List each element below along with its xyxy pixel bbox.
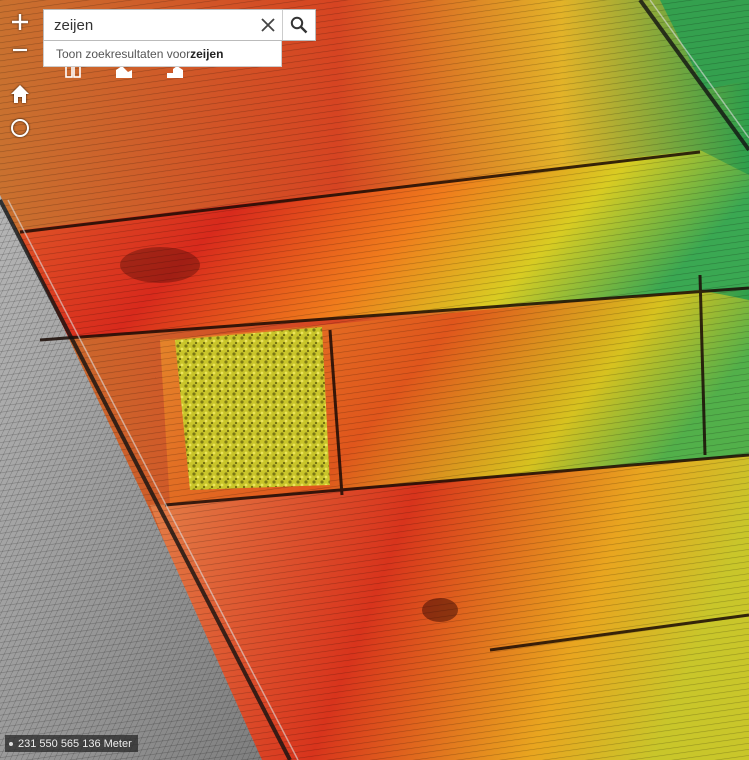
search-input[interactable] — [44, 10, 254, 40]
zoom-out-button[interactable] — [6, 36, 34, 64]
coordinate-readout: 231 550 565 136 Meter — [5, 735, 138, 752]
suggestion-term: zeijen — [190, 46, 224, 61]
circle-icon — [11, 119, 29, 137]
clear-search-button[interactable] — [254, 10, 282, 40]
search-button[interactable] — [282, 10, 315, 40]
close-icon — [261, 18, 275, 32]
home-icon — [11, 85, 29, 103]
locate-button[interactable] — [6, 114, 34, 142]
search-icon — [290, 16, 308, 34]
zoom-in-button[interactable] — [6, 8, 34, 36]
coordinate-text: 231 550 565 136 Meter — [18, 737, 132, 750]
search-suggestion[interactable]: Toon zoekresultaten voor zeijen — [43, 41, 282, 67]
home-button[interactable] — [6, 80, 34, 108]
elevation-map[interactable] — [0, 0, 749, 760]
minus-icon — [13, 48, 27, 52]
plus-icon — [12, 14, 28, 30]
coordinate-marker-icon — [9, 741, 13, 746]
search-box — [43, 9, 316, 41]
suggestion-prefix: Toon zoekresultaten voor — [56, 46, 191, 61]
